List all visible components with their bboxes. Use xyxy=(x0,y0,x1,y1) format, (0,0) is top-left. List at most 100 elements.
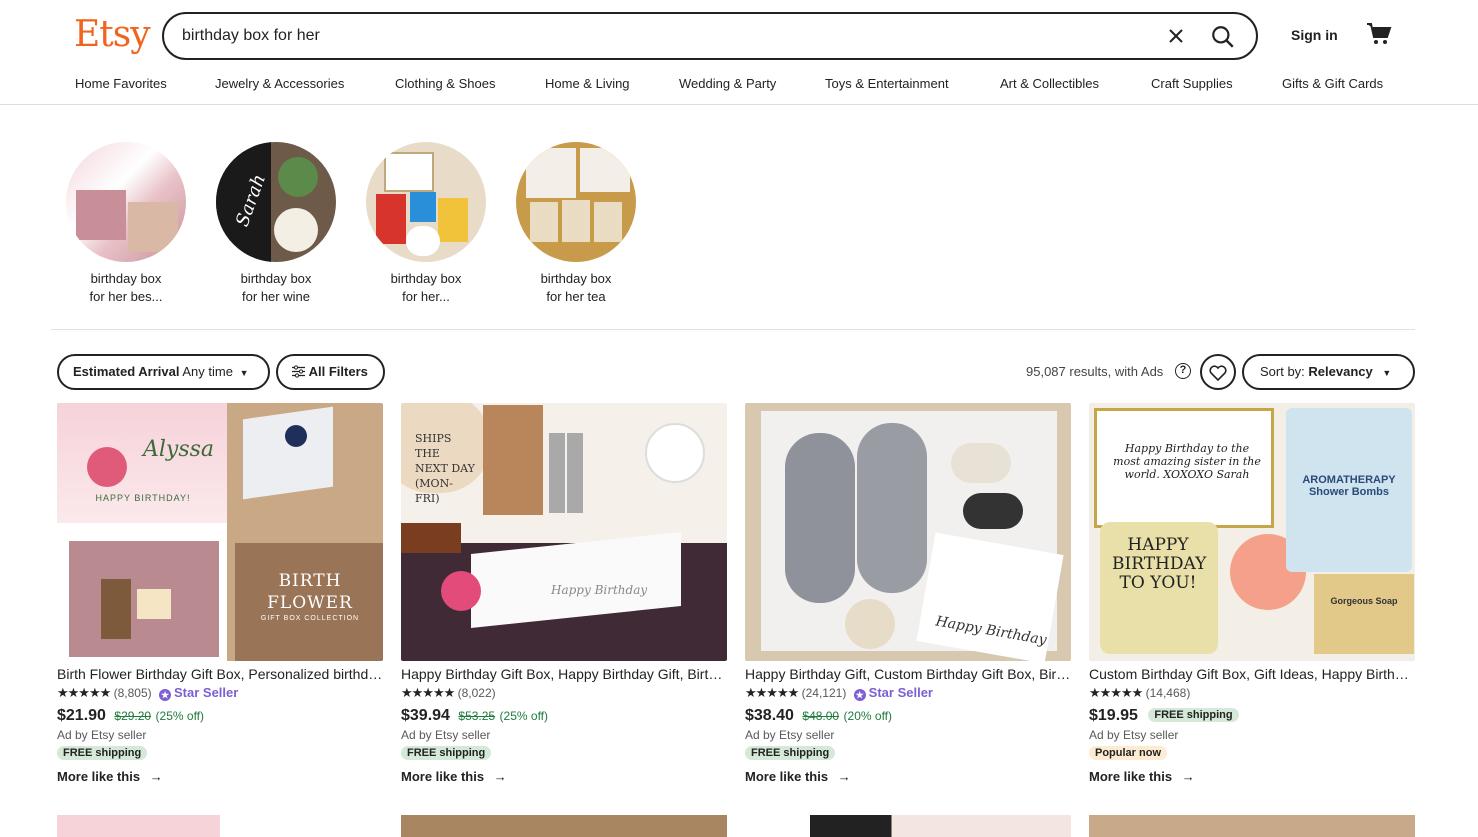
listing-rating: ★★★★★ (8,805) ★ Star Seller xyxy=(57,685,383,701)
star-seller-badge: ★ Star Seller xyxy=(853,685,933,701)
category-art[interactable]: Art & Collectibles xyxy=(1000,76,1099,91)
ad-label: Ad by Etsy seller xyxy=(1089,728,1179,742)
category-craft[interactable]: Craft Supplies xyxy=(1151,76,1233,91)
listing-image-partial[interactable] xyxy=(57,815,383,837)
suggestion-image xyxy=(516,142,636,262)
category-home-favorites[interactable]: Home Favorites xyxy=(75,76,167,91)
listing-card[interactable]: Happy Birthday Happy Birthday Gift, Cust… xyxy=(745,403,1071,784)
listing-rating: ★★★★★ (14,468) xyxy=(1089,685,1415,701)
image-text-name: Alyssa xyxy=(143,437,215,462)
suggestion-tea[interactable]: birthday box for her tea xyxy=(506,142,646,306)
suggestion-label: birthday box xyxy=(540,271,612,286)
suggestion-for-her[interactable]: birthday box for her... xyxy=(356,142,496,306)
image-text: Happy Birthday to the most amazing siste… xyxy=(1113,442,1261,481)
free-shipping-badge: FREE shipping xyxy=(57,746,148,760)
listing-image-partial[interactable] xyxy=(401,815,727,837)
discount: (20% off) xyxy=(843,709,893,723)
star-seller-icon: ★ xyxy=(853,689,866,701)
category-clothing[interactable]: Clothing & Shoes xyxy=(395,76,495,91)
sign-in-link[interactable]: Sign in xyxy=(1291,27,1338,43)
category-nav: Home Favorites Jewelry & Accessories Clo… xyxy=(75,76,1405,94)
image-text: HAPPY BIRTHDAY! xyxy=(95,493,191,503)
discount: (25% off) xyxy=(155,709,205,723)
free-shipping-badge: FREE shipping xyxy=(745,746,836,760)
suggestion-label: for her wine xyxy=(242,289,310,304)
suggestion-image xyxy=(366,142,486,262)
review-count: (14,468) xyxy=(1145,686,1191,700)
suggestion-wine[interactable]: Sarah birthday box for her wine xyxy=(206,142,346,306)
listing-title[interactable]: Happy Birthday Gift Box, Happy Birthday … xyxy=(401,666,727,682)
suggestion-label: birthday box xyxy=(240,271,312,286)
category-wedding[interactable]: Wedding & Party xyxy=(679,76,776,91)
image-text: Gorgeous Soap xyxy=(1330,596,1398,606)
suggestion-label: for her bes... xyxy=(89,289,163,304)
discount: (25% off) xyxy=(499,709,549,723)
estimated-arrival-filter[interactable]: Estimated Arrival Any time ▼ xyxy=(57,354,270,390)
original-price: $48.00 xyxy=(802,709,840,723)
listing-card[interactable]: SHIPS THE NEXT DAY (MON-FRI) Happy Birth… xyxy=(401,403,727,784)
suggestion-label: for her tea xyxy=(546,289,606,304)
search-bar xyxy=(162,12,1258,60)
listing-image-partial[interactable] xyxy=(745,815,1071,837)
suggestion-image: Sarah xyxy=(216,142,336,262)
filter-sliders-icon xyxy=(292,365,305,378)
suggestion-image xyxy=(66,142,186,262)
popular-now-badge: Popular now xyxy=(1089,746,1167,760)
sort-dropdown[interactable]: Sort by: Relevancy ▼ xyxy=(1242,354,1415,390)
listing-title[interactable]: Custom Birthday Gift Box, Gift Ideas, Ha… xyxy=(1089,666,1415,682)
listing-image[interactable]: Alyssa HAPPY BIRTHDAY! BIRTH FLOWER GIFT… xyxy=(57,403,383,661)
category-jewelry[interactable]: Jewelry & Accessories xyxy=(215,76,344,91)
suggestion-label: birthday box xyxy=(390,271,462,286)
help-icon[interactable]: ? xyxy=(1175,363,1191,379)
sale-price: $38.40 xyxy=(745,707,794,724)
all-filters-button[interactable]: All Filters xyxy=(276,354,385,390)
review-count: (8,805) xyxy=(113,686,152,700)
ad-label: Ad by Etsy seller xyxy=(57,728,147,742)
price-row: $21.90 $29.20 (25% off) xyxy=(57,707,383,725)
star-seller-badge: ★ Star Seller xyxy=(159,685,239,701)
star-rating-icon: ★★★★★ xyxy=(1089,685,1143,700)
favorite-search-button[interactable] xyxy=(1200,354,1236,390)
search-input[interactable] xyxy=(182,24,1142,48)
image-text: Happy Birthday xyxy=(551,583,648,597)
sale-price: $19.95 xyxy=(1089,707,1138,724)
more-like-this-link[interactable]: More like this → xyxy=(57,769,383,784)
listing-image[interactable]: SHIPS THE NEXT DAY (MON-FRI) Happy Birth… xyxy=(401,403,727,661)
category-gifts[interactable]: Gifts & Gift Cards xyxy=(1282,76,1383,91)
ad-label: Ad by Etsy seller xyxy=(745,728,835,742)
more-like-this-link[interactable]: More like this → xyxy=(401,769,727,784)
caret-down-icon: ▼ xyxy=(239,368,249,378)
sale-price: $21.90 xyxy=(57,707,106,724)
ad-label: Ad by Etsy seller xyxy=(401,728,491,742)
free-shipping-badge: FREE shipping xyxy=(401,746,492,760)
category-home-living[interactable]: Home & Living xyxy=(545,76,630,91)
listing-image[interactable]: Happy Birthday to the most amazing siste… xyxy=(1089,403,1415,661)
listing-rating: ★★★★★ (24,121) ★ Star Seller xyxy=(745,685,1071,701)
image-text: FLOWER xyxy=(267,593,353,613)
review-count: (8,022) xyxy=(457,686,496,700)
listing-title[interactable]: Birth Flower Birthday Gift Box, Personal… xyxy=(57,666,383,682)
category-toys[interactable]: Toys & Entertainment xyxy=(825,76,949,91)
more-like-this-link[interactable]: More like this → xyxy=(745,769,1071,784)
caret-down-icon: ▼ xyxy=(1382,368,1392,378)
sale-price: $39.94 xyxy=(401,707,450,724)
original-price: $53.25 xyxy=(458,709,496,723)
etsy-logo[interactable]: Etsy xyxy=(74,14,151,55)
more-like-this-link[interactable]: More like this → xyxy=(1089,769,1415,784)
suggestion-label: birthday box xyxy=(90,271,162,286)
listing-image[interactable]: Happy Birthday xyxy=(745,403,1071,661)
image-text: BIRTH xyxy=(278,571,342,591)
search-icon[interactable] xyxy=(1210,24,1236,50)
price-row: $39.94 $53.25 (25% off) xyxy=(401,707,727,725)
cart-icon[interactable] xyxy=(1366,22,1392,46)
star-rating-icon: ★★★★★ xyxy=(401,685,455,700)
listing-card[interactable]: Happy Birthday to the most amazing siste… xyxy=(1089,403,1415,784)
listing-card[interactable]: Alyssa HAPPY BIRTHDAY! BIRTH FLOWER GIFT… xyxy=(57,403,383,784)
clear-search-icon[interactable] xyxy=(1164,24,1188,48)
original-price: $29.20 xyxy=(114,709,152,723)
listing-image-partial[interactable] xyxy=(1089,815,1415,837)
suggestion-bestie[interactable]: birthday box for her bes... xyxy=(56,142,196,306)
arrival-value: Any time xyxy=(182,364,233,379)
star-rating-icon: ★★★★★ xyxy=(745,685,799,700)
listing-title[interactable]: Happy Birthday Gift, Custom Birthday Gif… xyxy=(745,666,1071,682)
